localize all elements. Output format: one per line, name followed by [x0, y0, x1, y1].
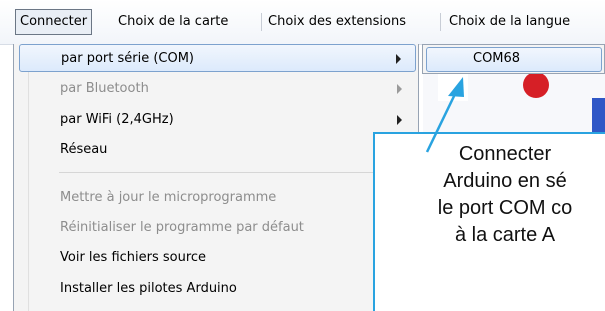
menu-separator — [59, 172, 413, 173]
menu-item-bluetooth: par Bluetooth — [19, 75, 416, 103]
callout-line: à la carte A — [454, 224, 556, 246]
callout-box: Connecter Arduino en sé le port COM co à… — [373, 132, 605, 311]
green-block — [438, 70, 468, 101]
menu-choix-carte[interactable]: Choix de la carte — [118, 9, 228, 35]
menu-item-label: Installer les pilotes Arduino — [60, 281, 237, 296]
callout-line: Connecter — [458, 143, 552, 165]
chevron-right-icon — [396, 54, 401, 64]
menu-item-label: par port série (COM) — [61, 51, 195, 66]
menu-choix-langue[interactable]: Choix de la langue — [449, 9, 570, 35]
menu-item-label: Voir les fichiers source — [60, 250, 207, 265]
menu-item-label: Mettre à jour le microprogramme — [60, 190, 277, 205]
callout-line: le port COM co — [437, 197, 573, 219]
menu-item-label: Réinitialiser le programme par défaut — [60, 220, 304, 235]
menu-item-port-serie[interactable]: par port série (COM) — [19, 44, 416, 72]
submenu-item-label: COM68 — [473, 51, 521, 66]
menu-choix-extensions[interactable]: Choix des extensions — [268, 9, 406, 35]
com-port-submenu: COM68 — [422, 44, 605, 74]
red-block — [523, 72, 549, 98]
menu-item-label: Réseau — [60, 142, 108, 157]
menu-item-voir-sources[interactable]: Voir les fichiers source — [19, 244, 416, 272]
menu-item-installer-pilotes[interactable]: Installer les pilotes Arduino — [19, 275, 416, 303]
menu-separator — [261, 13, 262, 31]
menu-item-label: par WiFi (2,4GHz) — [60, 112, 174, 127]
chevron-right-icon — [397, 84, 402, 94]
menu-separator — [440, 13, 441, 31]
chevron-right-icon — [397, 115, 402, 125]
menu-item-reinitialiser: Réinitialiser le programme par défaut — [19, 214, 416, 242]
menu-item-reseau[interactable]: Réseau — [19, 136, 416, 164]
menu-bar: Connecter Choix de la carte Choix des ex… — [0, 0, 605, 45]
callout-line: Arduino en sé — [443, 170, 567, 192]
menu-item-label: par Bluetooth — [60, 81, 149, 96]
menu-item-wifi[interactable]: par WiFi (2,4GHz) — [19, 106, 416, 134]
menu-connecter[interactable]: Connecter — [15, 9, 93, 35]
menu-item-mettre-a-jour: Mettre à jour le microprogramme — [19, 184, 416, 212]
